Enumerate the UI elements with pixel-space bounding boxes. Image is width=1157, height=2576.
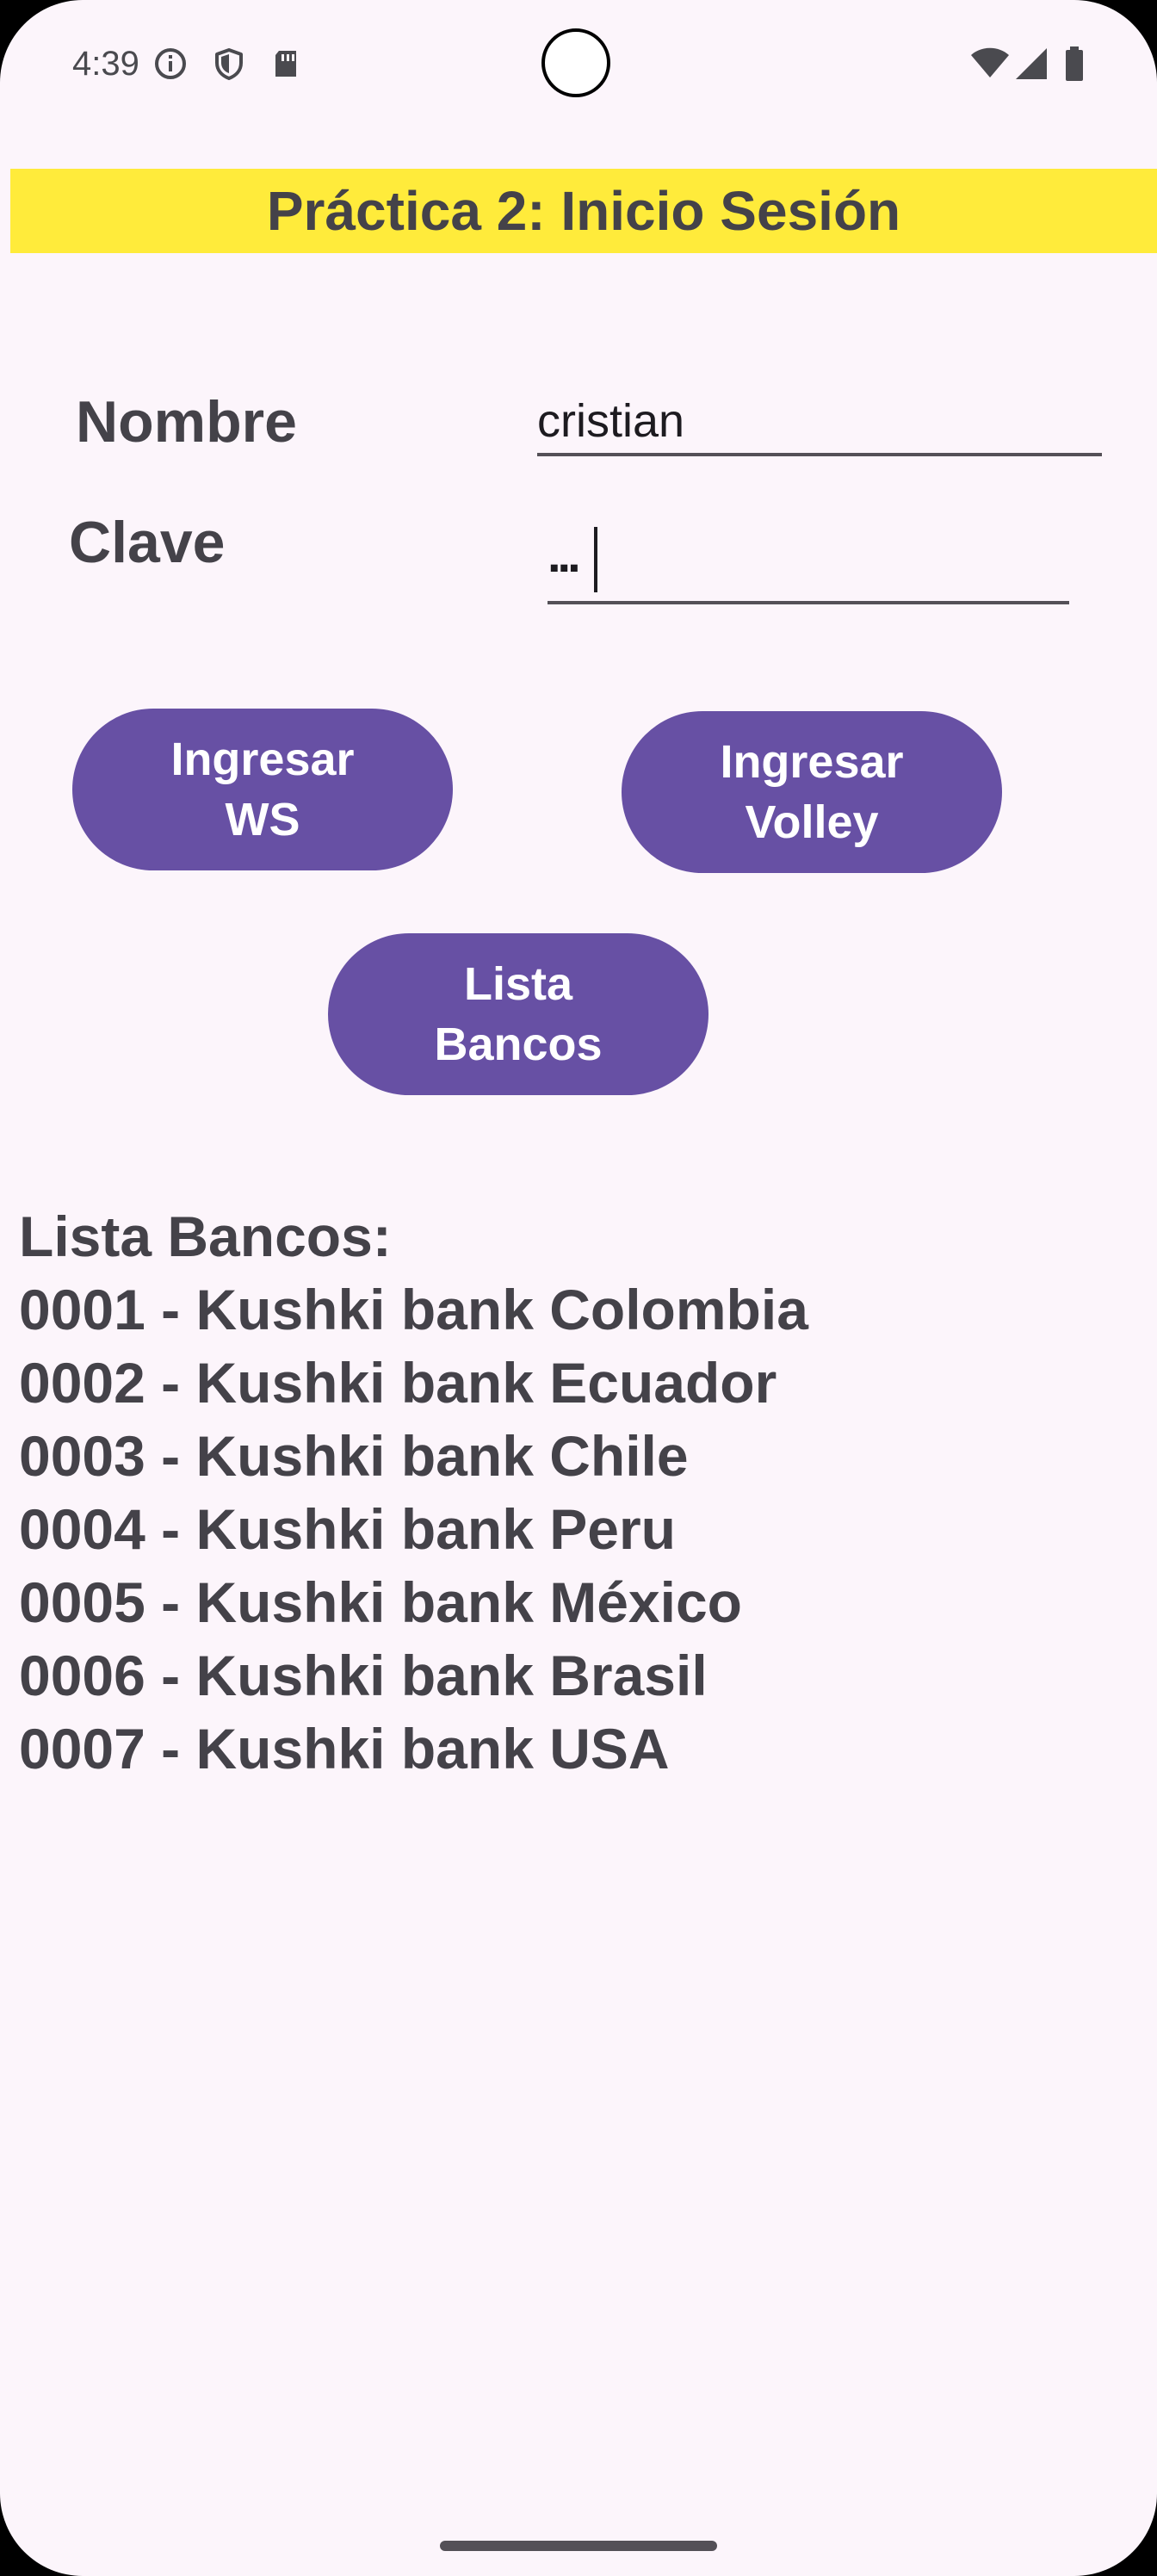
info-icon xyxy=(155,48,186,79)
ingresar-ws-label: Ingresar WS xyxy=(170,734,355,845)
list-item: 0007 - Kushki bank USA xyxy=(19,1717,670,1780)
app-screen: 4:39 Práctica 2: Inicio Sesión Nombre cr… xyxy=(0,0,1157,2576)
list-item: 0005 - Kushki bank México xyxy=(19,1570,742,1634)
list-item: 0001 - Kushki bank Colombia xyxy=(19,1278,808,1341)
lista-bancos-label: Lista Bancos xyxy=(434,958,603,1070)
wifi-icon xyxy=(971,47,1009,77)
lista-bancos-button[interactable]: Lista Bancos xyxy=(328,933,708,1095)
home-gesture-bar[interactable] xyxy=(440,2541,717,2551)
list-item: 0006 - Kushki bank Brasil xyxy=(19,1644,708,1707)
ingresar-volley-button[interactable]: Ingresar Volley xyxy=(622,711,1002,873)
battery-icon xyxy=(1066,46,1083,81)
ingresar-volley-label: Ingresar Volley xyxy=(720,736,904,848)
list-item: 0003 - Kushki bank Chile xyxy=(19,1424,689,1488)
nombre-label: Nombre xyxy=(76,389,297,455)
shield-icon xyxy=(215,48,243,80)
clave-input[interactable] xyxy=(548,517,1069,604)
title-banner: Práctica 2: Inicio Sesión xyxy=(10,169,1157,253)
clave-label: Clave xyxy=(69,510,226,575)
page-title: Práctica 2: Inicio Sesión xyxy=(266,180,901,242)
status-time: 4:39 xyxy=(72,45,139,83)
ingresar-ws-button[interactable]: Ingresar WS xyxy=(72,709,453,870)
cell-signal-icon xyxy=(1016,48,1047,79)
bank-list: Lista Bancos: 0001 - Kushki bank Colombi… xyxy=(19,1200,1138,1786)
sd-card-icon xyxy=(275,51,296,77)
status-bar: 4:39 xyxy=(0,0,1157,129)
list-item: 0004 - Kushki bank Peru xyxy=(19,1497,676,1561)
password-mask: ... xyxy=(548,528,581,582)
text-caret xyxy=(594,527,597,592)
camera-cutout xyxy=(541,28,610,97)
list-item: 0002 - Kushki bank Ecuador xyxy=(19,1351,777,1415)
bank-list-header: Lista Bancos: xyxy=(19,1204,392,1268)
nombre-input[interactable] xyxy=(537,389,1102,456)
